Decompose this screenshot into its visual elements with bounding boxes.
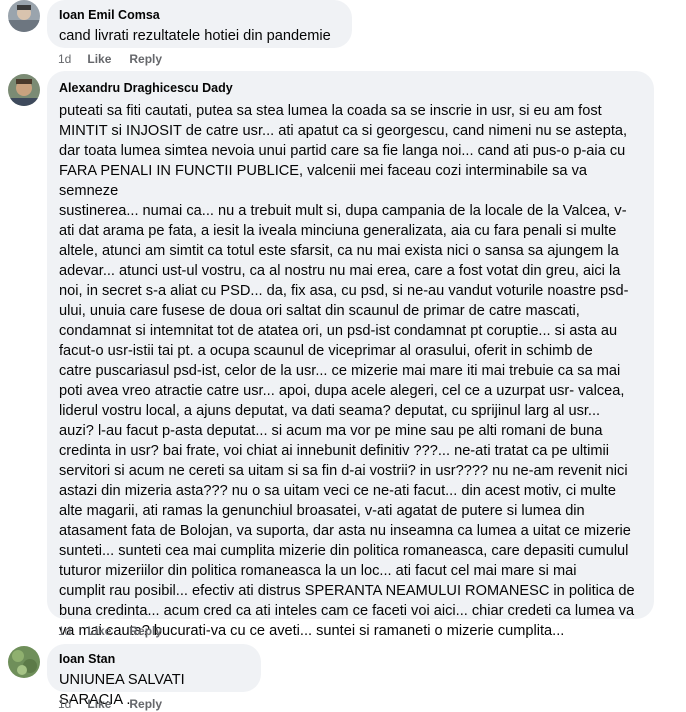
comment-text: puteati sa fiti cautati, putea sa stea l… bbox=[59, 103, 635, 639]
comment-timestamp[interactable]: 1d bbox=[58, 51, 71, 67]
comment-timestamp[interactable]: 1d bbox=[58, 696, 71, 712]
comment-bubble: Ioan Emil Comsa cand livrati rezultatele… bbox=[47, 0, 352, 48]
avatar[interactable] bbox=[8, 646, 40, 678]
like-button[interactable]: Like bbox=[87, 51, 111, 67]
avatar[interactable] bbox=[8, 74, 40, 106]
like-button[interactable]: Like bbox=[87, 696, 111, 712]
profile-photo-icon bbox=[8, 646, 40, 678]
comment-author[interactable]: Alexandru Draghicescu Dady bbox=[59, 80, 233, 96]
avatar[interactable] bbox=[8, 0, 40, 32]
like-button[interactable]: Like bbox=[87, 623, 111, 639]
comment-author[interactable]: Ioan Stan bbox=[59, 651, 115, 667]
reply-button[interactable]: Reply bbox=[129, 696, 162, 712]
comment-actions: 1d Like Reply bbox=[58, 696, 162, 712]
comment-actions: 1d Like Reply bbox=[58, 623, 162, 639]
comment-bubble: Alexandru Draghicescu Dady puteati sa fi… bbox=[47, 71, 654, 639]
reply-button[interactable]: Reply bbox=[129, 623, 162, 639]
profile-photo-icon bbox=[8, 0, 40, 32]
profile-photo-icon bbox=[8, 74, 40, 106]
comment-actions: 1d Like Reply bbox=[58, 51, 162, 67]
comment-timestamp[interactable]: 1d bbox=[58, 623, 71, 639]
reply-button[interactable]: Reply bbox=[129, 51, 162, 67]
comment-text: cand livrati rezultatele hotiei din pand… bbox=[59, 28, 331, 44]
comment-author[interactable]: Ioan Emil Comsa bbox=[59, 7, 160, 23]
comment-bubble: Ioan Stan UNIUNEA SALVATI SARACIA . bbox=[47, 644, 261, 708]
